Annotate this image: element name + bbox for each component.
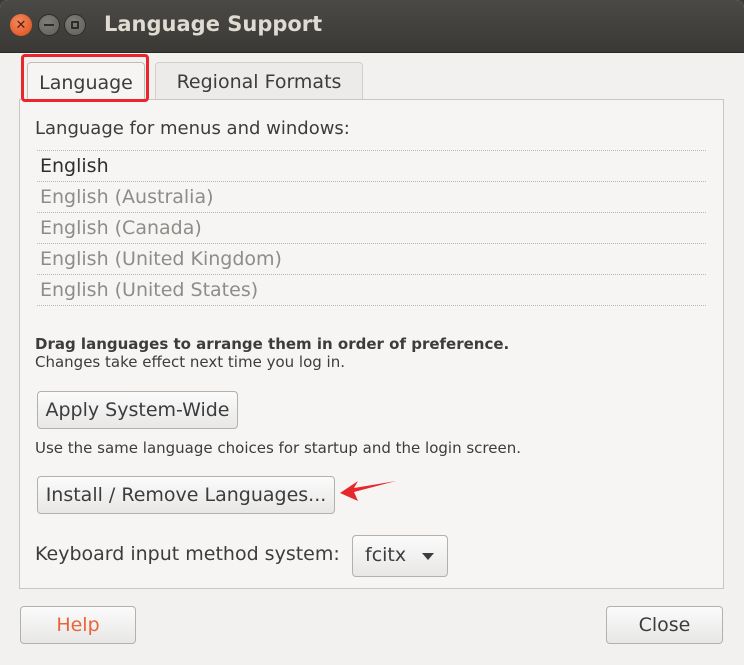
keyboard-input-label: Keyboard input method system: [35, 543, 340, 565]
list-item[interactable]: English (United States) [37, 274, 706, 305]
list-divider [37, 305, 706, 306]
language-list-label: Language for menus and windows: [35, 118, 350, 139]
help-button[interactable]: Help [20, 606, 136, 644]
apply-hint: Use the same language choices for startu… [35, 439, 521, 457]
install-remove-languages-button[interactable]: Install / Remove Languages... [37, 476, 335, 514]
window-close-icon[interactable]: ✕ [10, 14, 32, 36]
tab-regional-formats[interactable]: Regional Formats [155, 62, 363, 100]
keyboard-input-dropdown[interactable]: fcitx [352, 535, 448, 577]
drag-hint: Changes take effect next time you log in… [35, 353, 345, 371]
dropdown-arrow-icon [422, 553, 434, 560]
window-maximize-icon[interactable] [64, 14, 86, 36]
close-button[interactable]: Close [606, 606, 723, 644]
language-list[interactable]: English English (Australia) English (Can… [37, 150, 706, 306]
list-item[interactable]: English (Canada) [37, 212, 706, 243]
annotation-arrow-icon [340, 481, 396, 501]
title-bar[interactable]: ✕ Language Support [0, 0, 744, 53]
tab-language[interactable]: Language [27, 62, 145, 102]
keyboard-input-value: fcitx [365, 544, 407, 566]
list-item[interactable]: English (United Kingdom) [37, 243, 706, 274]
drag-hint-bold: Drag languages to arrange them in order … [35, 335, 510, 353]
window-title: Language Support [104, 12, 323, 36]
list-item[interactable]: English (Australia) [37, 181, 706, 212]
window-minimize-icon[interactable] [38, 14, 60, 36]
apply-system-wide-button[interactable]: Apply System-Wide [37, 391, 238, 429]
language-support-window: ✕ Language Support Language Regional For… [0, 0, 744, 665]
list-item[interactable]: English [37, 150, 706, 181]
